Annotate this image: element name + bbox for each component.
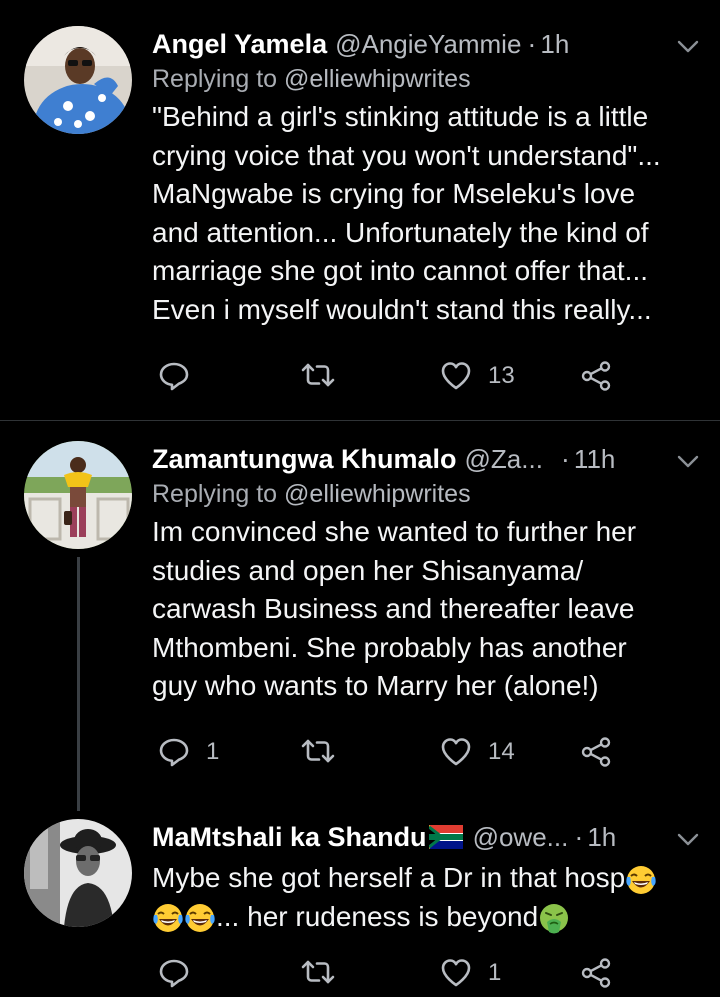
tweet-text: "Behind a girl's stinking attitude is a … — [152, 98, 700, 329]
author-handle[interactable]: @owe... — [473, 822, 569, 853]
like-count: 1 — [488, 959, 502, 986]
avatar[interactable] — [24, 441, 132, 549]
retweet-button[interactable] — [300, 360, 336, 390]
chevron-down-icon[interactable] — [676, 32, 700, 63]
heart-icon — [441, 362, 471, 390]
retweet-button[interactable] — [300, 736, 336, 766]
chevron-down-icon[interactable] — [676, 825, 700, 856]
timestamp: 1h — [587, 821, 617, 852]
tweet-line-text: ... her rudeness is beyond — [216, 900, 539, 932]
thread-line — [77, 557, 80, 811]
timestamp: 1h — [540, 28, 570, 59]
tweet-line: MaNgwabe is crying for Mseleku's love — [152, 178, 636, 209]
action-bar: 1 14 — [158, 736, 618, 776]
replying-prefix: Replying to — [152, 480, 285, 508]
tweet-line: Mthombeni. She probably has another — [152, 631, 627, 663]
author-name[interactable]: Zamantungwa Khumalo — [152, 444, 457, 475]
tears-of-joy-emoji — [152, 903, 184, 934]
retweet-icon — [301, 363, 335, 387]
tweet-text: Im convinced she wanted to further her s… — [152, 513, 700, 706]
separator-dot: · — [574, 821, 584, 852]
reply-button[interactable] — [158, 957, 190, 989]
replying-mention[interactable]: @elliewhipwrites — [284, 65, 471, 93]
tweet-line: studies and open her Shisanyama/ — [152, 554, 584, 586]
reply-icon — [159, 738, 189, 767]
timestamp: 11h — [573, 443, 616, 474]
replying-to: Replying to @elliewhipwrites — [152, 62, 700, 96]
retweet-icon — [301, 739, 335, 763]
reply-button[interactable] — [158, 360, 190, 392]
reply-icon — [159, 959, 189, 988]
like-button[interactable]: 13 — [440, 360, 515, 392]
separator-dot: · — [527, 28, 537, 59]
tears-of-joy-emoji — [625, 864, 657, 895]
reply-button[interactable]: 1 — [158, 736, 219, 768]
avatar[interactable] — [24, 819, 132, 927]
replying-mention[interactable]: @elliewhipwrites — [284, 480, 471, 508]
tweet-text: Mybe she got herself a Dr in that hosp .… — [152, 859, 700, 936]
like-button[interactable]: 1 — [440, 957, 501, 989]
tweet-line: Im convinced she wanted to further her — [152, 516, 637, 547]
share-icon — [581, 737, 611, 767]
retweet-icon — [301, 960, 335, 984]
tweet-line: carwash Business and thereafter leave — [152, 593, 635, 624]
tweet-line: and attention... Unfortunately the kind … — [152, 216, 649, 248]
tweet-line: ... her rudeness is beyond — [152, 898, 700, 937]
tweet-line-text: Mybe she got herself a Dr in that hosp — [152, 862, 626, 893]
like-button[interactable]: 14 — [440, 736, 515, 768]
tweet-line: Mybe she got herself a Dr in that hosp — [152, 859, 700, 898]
like-count: 14 — [488, 738, 515, 765]
tweet-line: guy who wants to Marry her (alone!) — [152, 670, 599, 701]
tweet-1[interactable]: Angel Yamela @AngieYammie · 1h Replying … — [0, 0, 720, 420]
replying-prefix: Replying to — [152, 65, 285, 93]
share-button[interactable] — [580, 360, 612, 392]
tweet-2[interactable]: Zamantungwa Khumalo @Za... · 11h Replyin… — [0, 421, 720, 811]
heart-icon — [441, 738, 471, 766]
share-button[interactable] — [580, 957, 612, 989]
author-handle[interactable]: @AngieYammie — [335, 29, 521, 60]
replying-to: Replying to @elliewhipwrites — [152, 477, 700, 511]
vomiting-face-emoji — [539, 903, 570, 935]
action-bar: 13 — [158, 360, 618, 400]
tweet-line: Even i myself wouldn't stand this really… — [152, 293, 652, 325]
separator-dot: · — [560, 443, 570, 474]
chevron-down-icon[interactable] — [676, 447, 700, 478]
reply-icon — [159, 362, 189, 391]
heart-icon — [441, 959, 471, 987]
action-bar: 1 — [158, 957, 618, 997]
share-icon — [581, 958, 611, 988]
tweet-line: crying voice that you won't understand".… — [152, 139, 661, 171]
author-name[interactable]: Angel Yamela — [152, 29, 327, 60]
share-icon — [581, 361, 611, 391]
avatar[interactable] — [24, 26, 132, 134]
share-button[interactable] — [580, 736, 612, 768]
south-africa-flag-emoji — [428, 825, 463, 849]
author-name[interactable]: MaMtshali ka Shandu — [152, 822, 427, 853]
tears-of-joy-emoji — [184, 903, 216, 934]
tweet-line: "Behind a girl's stinking attitude is a … — [152, 101, 649, 132]
retweet-button[interactable] — [300, 957, 336, 987]
tweet-line: marriage she got into cannot offer that.… — [152, 255, 649, 286]
reply-count: 1 — [206, 738, 220, 765]
tweet-3[interactable]: MaMtshali ka Shandu @owe... · 1h Mybe sh… — [0, 811, 720, 988]
like-count: 13 — [488, 362, 515, 389]
author-handle[interactable]: @Za... — [465, 444, 543, 475]
